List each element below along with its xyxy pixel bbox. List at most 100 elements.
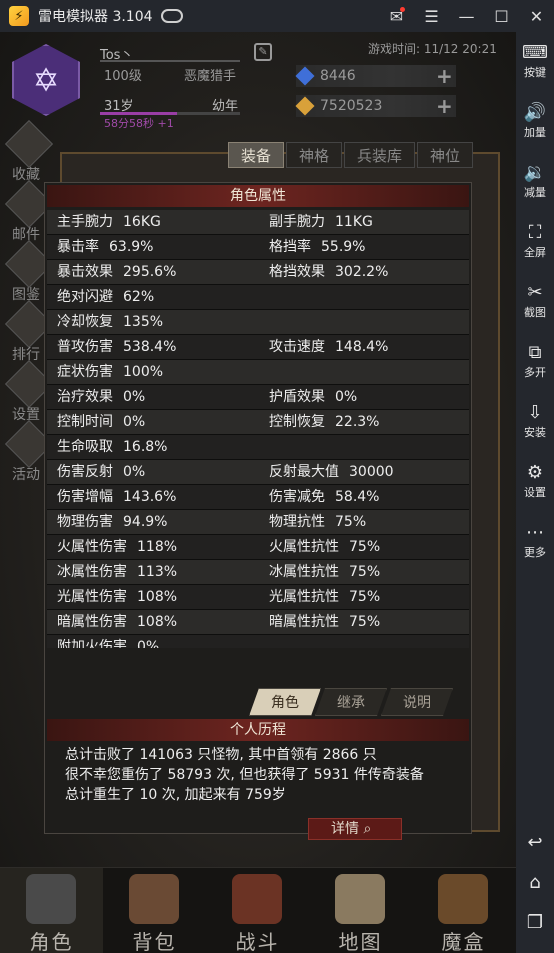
attribute-left: 主手腕力 16KG (57, 210, 161, 235)
maximize-button[interactable]: ☐ (484, 0, 519, 32)
attribute-right (269, 635, 279, 648)
tab-character[interactable]: 角色 (249, 688, 321, 716)
attribute-right: 冰属性抗性 75% (269, 560, 380, 585)
attribute-value: 75% (335, 514, 367, 530)
tab-divinity[interactable]: 神格 (286, 142, 343, 168)
attribute-value: 108% (137, 614, 178, 630)
hexagram-icon: ✡ (32, 61, 60, 99)
emulator-title: 雷电模拟器 3.104 (38, 9, 153, 25)
attribute-row: 普攻伤害 538.4% 攻击速度 148.4% (47, 335, 469, 360)
edit-name-icon[interactable]: ✎ (254, 43, 272, 61)
left-menu-collect[interactable]: 收藏 (4, 119, 54, 185)
attribute-left: 冷却恢复 135% (57, 310, 163, 335)
attribute-row: 控制时间 0% 控制恢复 22.3% (47, 410, 469, 435)
attribute-row: 暴击率 63.9% 格挡率 55.9% (47, 235, 469, 260)
attribute-value: 11KG (335, 214, 373, 230)
attribute-left: 冰属性伤害 113% (57, 560, 177, 585)
attribute-name: 副手腕力 (269, 214, 325, 230)
attribute-right: 暗属性抗性 75% (269, 610, 380, 635)
nav-map[interactable]: 地图 (309, 868, 412, 953)
add-gem-button[interactable]: + (436, 64, 453, 88)
attribute-left: 物理伤害 94.9% (57, 510, 167, 535)
mail-icon[interactable]: ✉ (379, 0, 414, 32)
tab-explain[interactable]: 说明 (381, 688, 453, 716)
add-gold-button[interactable]: + (436, 94, 453, 118)
history-title: 个人历程 (47, 719, 469, 741)
close-button[interactable]: ✕ (519, 0, 554, 32)
attribute-left: 暴击效果 295.6% (57, 260, 176, 285)
sidebar-settings[interactable]: ⚙ 设置 (516, 462, 554, 500)
attribute-row: 冷却恢复 135% (47, 310, 469, 335)
attribute-value: 75% (349, 589, 381, 605)
backpack-icon (129, 874, 179, 924)
nav-magic-box[interactable]: 魔盒 (412, 868, 515, 953)
attribute-value: 0% (123, 464, 146, 480)
gamepad-icon[interactable] (160, 9, 183, 23)
attribute-name: 火属性抗性 (269, 539, 339, 555)
details-button[interactable]: 详情 ⌕ (308, 818, 402, 840)
android-back-button[interactable]: ↩ (516, 832, 554, 854)
fullscreen-icon: ⛶ (528, 222, 542, 243)
attribute-value: 75% (349, 614, 381, 630)
attribute-name: 伤害增幅 (57, 489, 113, 505)
attribute-name: 光属性抗性 (269, 589, 339, 605)
gold-amount: 7520523 (320, 98, 383, 114)
sidebar-fullscreen[interactable]: ⛶ 全屏 (516, 222, 554, 260)
attribute-right: 副手腕力 11KG (269, 210, 373, 235)
sidebar-more[interactable]: ⋯ 更多 (516, 522, 554, 560)
attribute-row: 暴击效果 295.6% 格挡效果 302.2% (47, 260, 469, 285)
attribute-right: 火属性抗性 75% (269, 535, 380, 560)
attribute-value: 30000 (349, 464, 394, 480)
attribute-value: 0% (123, 389, 146, 405)
sidebar-screenshot[interactable]: ✂ 截图 (516, 282, 554, 320)
minimize-button[interactable]: — (449, 0, 484, 32)
nav-backpack[interactable]: 背包 (103, 868, 206, 953)
history-line: 总计击败了 141063 只怪物, 其中首领有 2866 只 (65, 747, 377, 763)
attribute-left: 暗属性伤害 108% (57, 610, 177, 635)
attribute-value: 55.9% (321, 239, 366, 255)
tab-inherit[interactable]: 继承 (315, 688, 387, 716)
android-home-button[interactable]: ⌂ (516, 872, 554, 894)
android-recents-button[interactable]: ❐ (516, 912, 554, 934)
multi-window-icon: ⧉ (528, 342, 542, 363)
attribute-left: 症状伤害 100% (57, 360, 163, 385)
attribute-dialog: 角色属性 主手腕力 16KG 副手腕力 11KG 暴击率 63.9% 格挡率 55.9% 暴击效… (44, 182, 472, 834)
sidebar-volume-down[interactable]: 🔉 减量 (516, 162, 554, 200)
game-screen: ✡ Tos丶 100级 恶魔猎手 31岁 幼年 58分58秒 +1 ✎ 游戏时间… (0, 32, 516, 953)
player-avatar[interactable]: ✡ (12, 44, 80, 116)
sidebar-install[interactable]: ⇩ 安装 (516, 402, 554, 440)
attribute-name: 冷却恢复 (57, 314, 113, 330)
sidebar-volume-up[interactable]: 🔊 加量 (516, 102, 554, 140)
attribute-name: 格挡效果 (269, 264, 325, 280)
attribute-left: 暴击率 63.9% (57, 235, 153, 260)
attribute-row: 附加火伤害 0% (47, 635, 469, 648)
attribute-row: 生命吸取 16.8% (47, 435, 469, 460)
keyboard-icon: ⌨ (522, 42, 548, 63)
nav-character[interactable]: 角色 (0, 868, 103, 953)
dialog-title: 角色属性 (47, 185, 469, 207)
gem-currency: 8446 + (295, 64, 456, 88)
tab-armory[interactable]: 兵装库 (344, 142, 416, 168)
attribute-name: 暴击效果 (57, 264, 113, 280)
menu-icon[interactable]: ☰ (414, 0, 449, 32)
attribute-name: 绝对闪避 (57, 289, 113, 305)
attribute-right: 格挡效果 302.2% (269, 260, 388, 285)
player-header: ✡ Tos丶 100级 恶魔猎手 31岁 幼年 58分58秒 +1 ✎ 游戏时间… (0, 32, 516, 137)
tab-god-rank[interactable]: 神位 (417, 142, 474, 168)
collect-icon (4, 119, 54, 169)
attribute-right (269, 285, 279, 310)
dialog-tabs: 角色 继承 说明 (255, 688, 453, 716)
attribute-value: 295.6% (123, 264, 177, 280)
tab-equipment[interactable]: 装备 (228, 142, 285, 168)
attribute-value: 108% (137, 589, 178, 605)
attribute-left: 火属性伤害 118% (57, 535, 177, 560)
attribute-left: 绝对闪避 62% (57, 285, 154, 310)
nav-battle[interactable]: 战斗 (206, 868, 309, 953)
attribute-list[interactable]: 主手腕力 16KG 副手腕力 11KG 暴击率 63.9% 格挡率 55.9% 暴击效果 295.… (47, 210, 469, 648)
attribute-value: 58.4% (335, 489, 380, 505)
sidebar-keyboard[interactable]: ⌨ 按键 (516, 42, 554, 80)
attribute-left: 治疗效果 0% (57, 385, 145, 410)
sidebar-multi-open[interactable]: ⧉ 多开 (516, 342, 554, 380)
attribute-name: 护盾效果 (269, 389, 325, 405)
attribute-left: 伤害反射 0% (57, 460, 145, 485)
